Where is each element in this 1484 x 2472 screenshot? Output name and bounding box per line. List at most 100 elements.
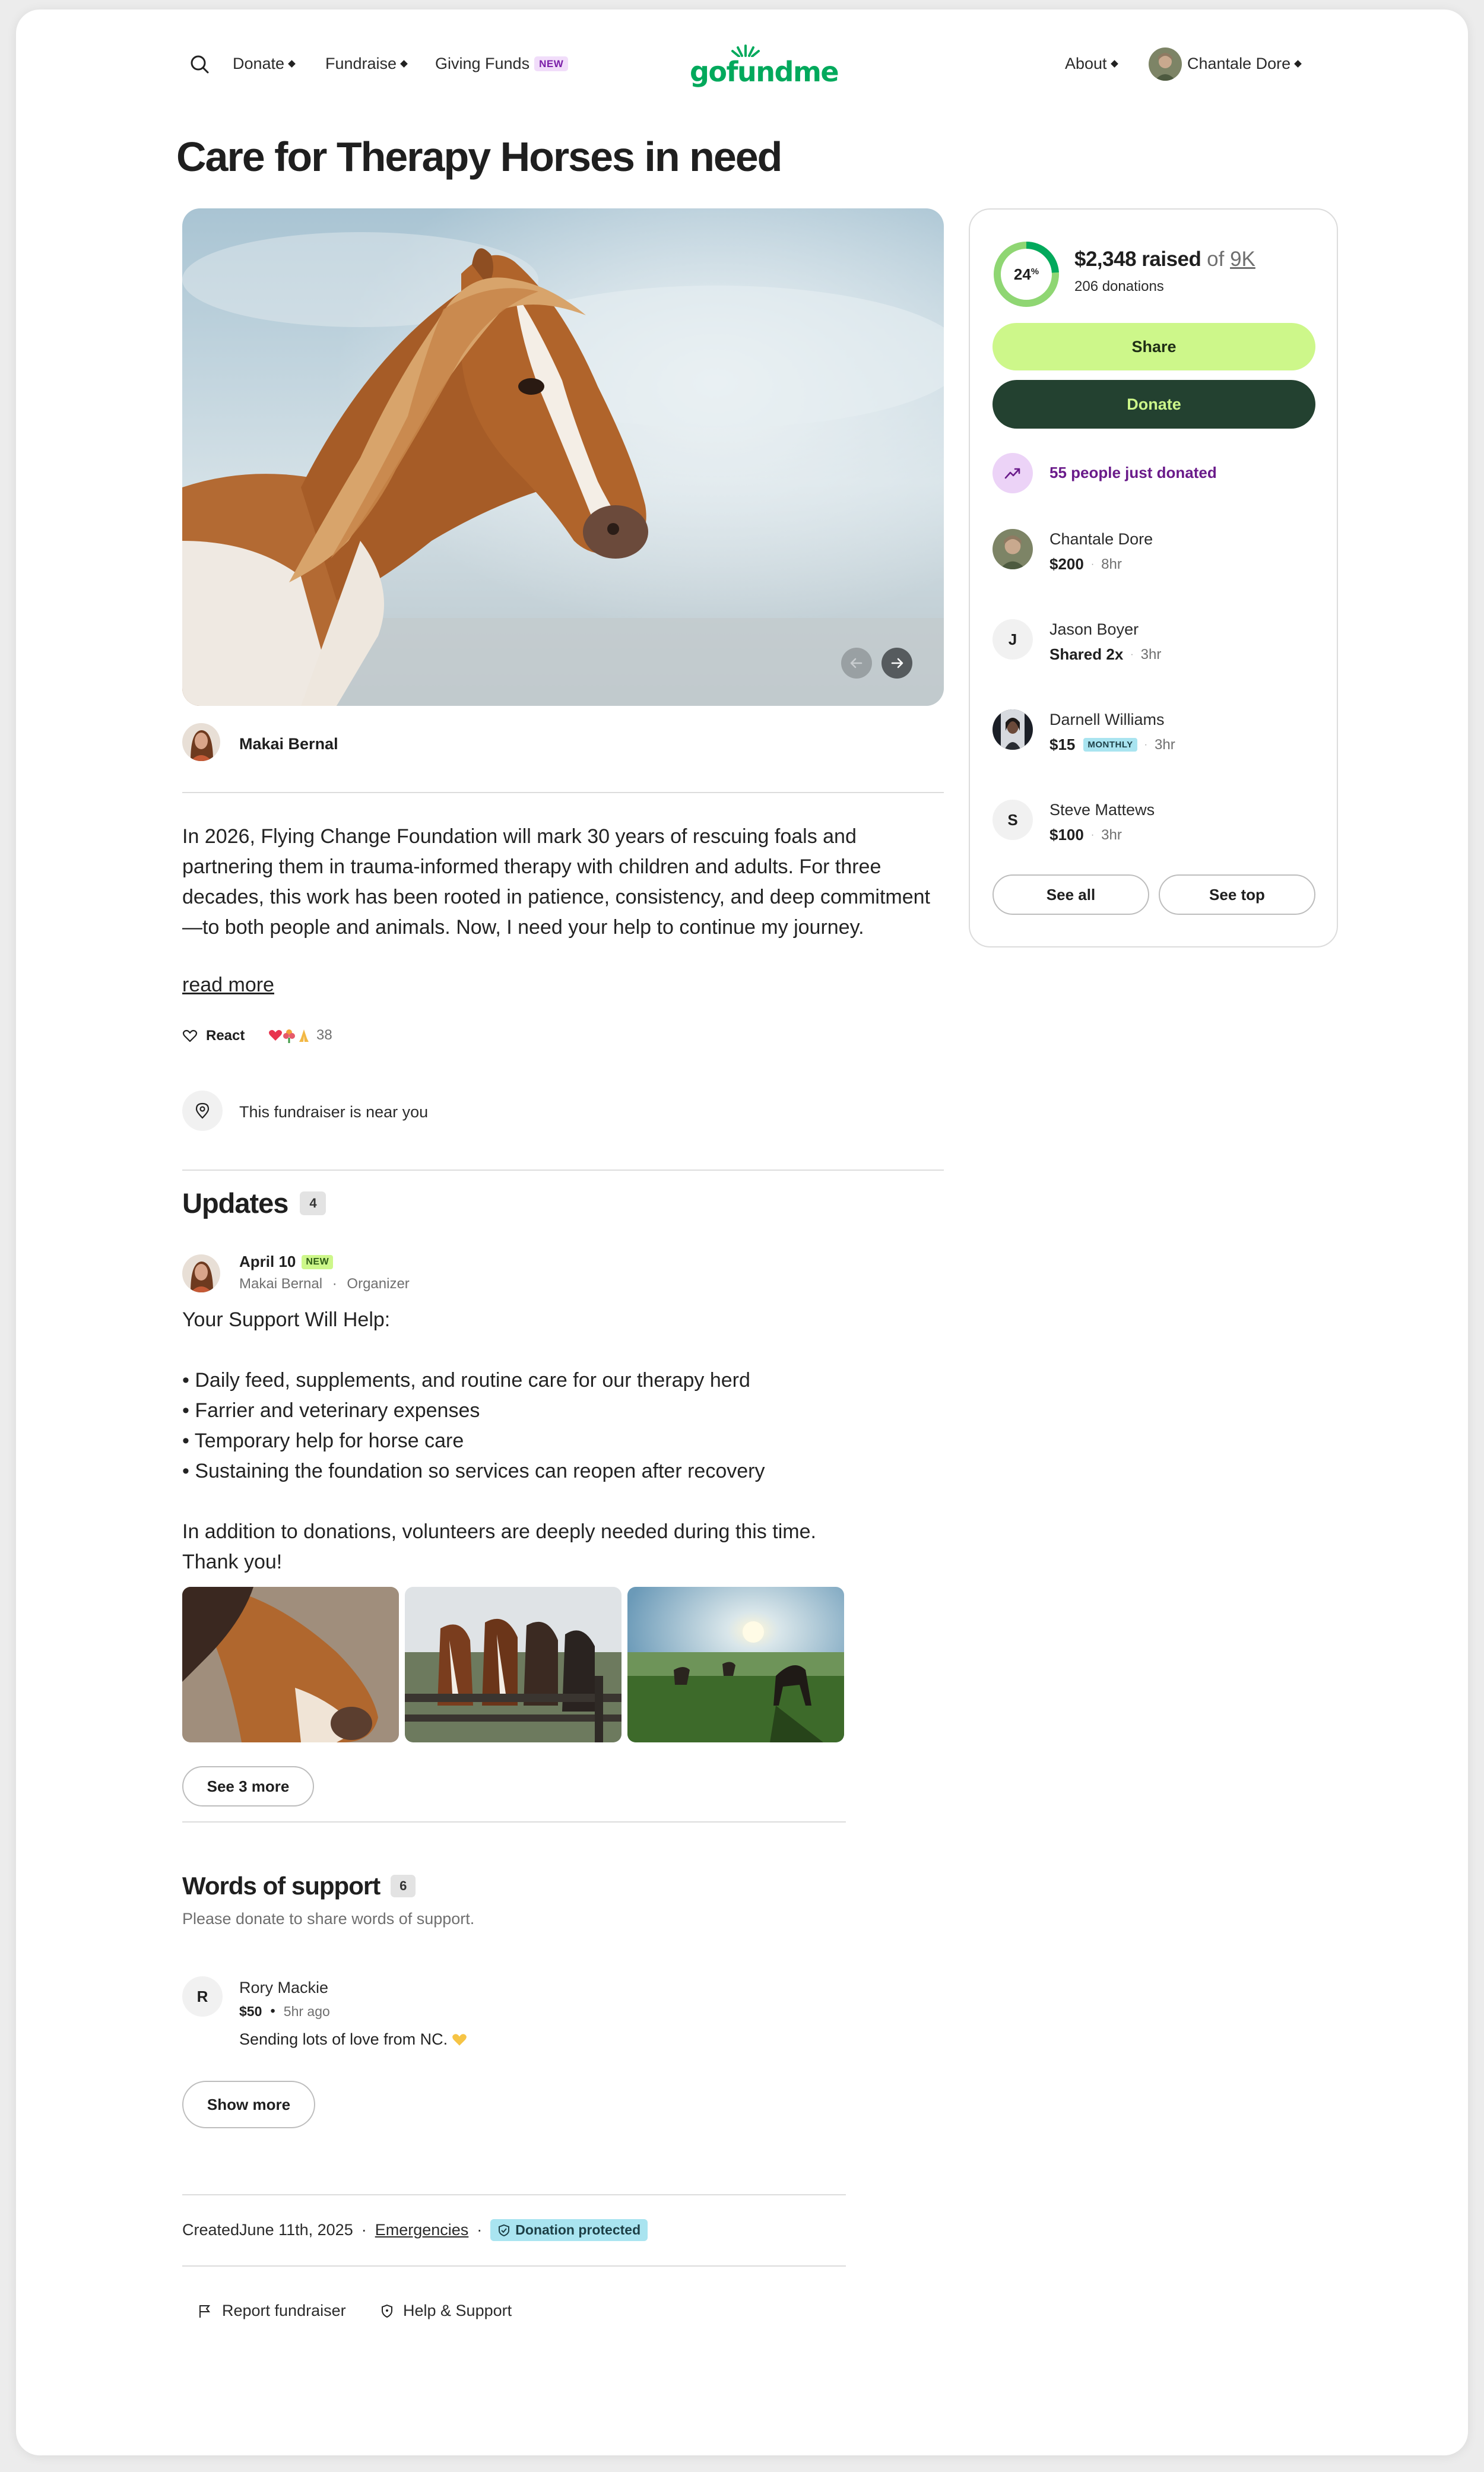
update-photo-3[interactable] bbox=[627, 1587, 844, 1742]
donor-avatar bbox=[992, 529, 1033, 569]
reaction-flower-icon bbox=[283, 1029, 295, 1043]
search-icon[interactable] bbox=[188, 53, 212, 77]
help-label: Help & Support bbox=[403, 2302, 512, 2319]
report-fundraiser-link[interactable]: Report fundraiser bbox=[197, 2302, 346, 2320]
logo[interactable]: gofundme bbox=[690, 44, 839, 91]
donor-meta: $100 · 3hr bbox=[1049, 826, 1122, 844]
arrow-left-icon bbox=[850, 658, 863, 668]
arrow-right-icon bbox=[891, 658, 903, 668]
category-link[interactable]: Emergencies bbox=[375, 2221, 469, 2239]
donor-name: Jason Boyer bbox=[1049, 620, 1139, 638]
see-all-button[interactable]: See all bbox=[992, 874, 1149, 915]
update-author-avatar[interactable] bbox=[182, 1254, 220, 1292]
update-role: Organizer bbox=[347, 1276, 410, 1292]
comment-avatar: R bbox=[182, 1976, 223, 2017]
separator-dot: · bbox=[1144, 739, 1147, 750]
goal-amount[interactable]: 9K bbox=[1230, 248, 1255, 271]
heart-outline-icon bbox=[182, 1029, 198, 1042]
user-menu[interactable]: Chantale Dore bbox=[1187, 55, 1302, 73]
nav-about-label: About bbox=[1065, 55, 1107, 72]
donor-name: Chantale Dore bbox=[1049, 530, 1153, 548]
nav-fundraise-label: Fundraise bbox=[325, 55, 397, 72]
user-avatar[interactable] bbox=[1149, 47, 1182, 81]
divider bbox=[182, 1821, 846, 1823]
progress-percent-value: 24 bbox=[1013, 265, 1031, 283]
carousel-next-button[interactable] bbox=[881, 648, 912, 679]
help-support-link[interactable]: Help & Support bbox=[379, 2302, 512, 2320]
updates-title: Updates bbox=[182, 1187, 288, 1219]
nav-giving-funds-label: Giving Funds bbox=[435, 55, 530, 72]
donation-protected-badge[interactable]: Donation protected bbox=[490, 2219, 648, 2241]
update-new-badge: NEW bbox=[302, 1254, 334, 1269]
updates-count: 4 bbox=[300, 1191, 326, 1215]
organizer-name[interactable]: Makai Bernal bbox=[239, 735, 338, 753]
yellow-heart-icon bbox=[452, 2033, 467, 2046]
separator-dot: · bbox=[477, 2221, 483, 2239]
donor-avatar: J bbox=[992, 619, 1033, 660]
hero-image bbox=[182, 208, 944, 706]
see-more-photos-button[interactable]: See 3 more bbox=[182, 1766, 314, 1807]
donate-button[interactable]: Donate bbox=[992, 380, 1315, 429]
support-count: 6 bbox=[391, 1875, 416, 1897]
update-meta: April 10 NEW Makai Bernal · Organizer bbox=[239, 1253, 410, 1292]
update-photo-2[interactable] bbox=[405, 1587, 621, 1742]
near-you-text: This fundraiser is near you bbox=[239, 1103, 429, 1121]
share-button[interactable]: Share bbox=[992, 323, 1315, 370]
donor-time: 8hr bbox=[1101, 556, 1122, 572]
donation-protected-label: Donation protected bbox=[515, 2222, 641, 2238]
progress-percent: 24% bbox=[992, 240, 1060, 308]
donor-amount: Shared 2x bbox=[1049, 645, 1124, 663]
show-more-button[interactable]: Show more bbox=[182, 2081, 315, 2128]
divider bbox=[182, 792, 944, 793]
carousel-prev-button[interactable] bbox=[841, 648, 872, 679]
separator-dot: · bbox=[361, 2221, 367, 2239]
update-photo-1[interactable] bbox=[182, 1587, 399, 1742]
help-shield-icon bbox=[382, 2304, 392, 2318]
donation-count: 206 donations bbox=[1074, 278, 1164, 294]
logo-text: gofundme bbox=[690, 56, 839, 88]
read-more-link[interactable]: read more bbox=[182, 974, 274, 997]
divider bbox=[182, 2194, 846, 2195]
comment-body: Sending lots of love from NC. bbox=[239, 2030, 468, 2049]
donor-name: Steve Mattews bbox=[1049, 801, 1155, 819]
donor-meta: Shared 2x · 3hr bbox=[1049, 645, 1161, 664]
donor-meta: $15 MONTHLY · 3hr bbox=[1049, 736, 1175, 754]
nav-fundraise[interactable]: Fundraise bbox=[325, 55, 408, 73]
donor-amount: $200 bbox=[1049, 555, 1084, 573]
nav-giving-funds[interactable]: Giving Funds NEW bbox=[435, 55, 569, 73]
new-badge: NEW bbox=[534, 56, 569, 71]
logo-sprout-icon bbox=[731, 45, 760, 57]
shield-icon bbox=[499, 2224, 510, 2236]
separator-dot: · bbox=[1130, 649, 1134, 660]
user-name: Chantale Dore bbox=[1187, 55, 1291, 72]
reaction-pray-icon bbox=[299, 1029, 309, 1042]
support-header: Words of support 6 bbox=[182, 1872, 416, 1900]
see-top-button[interactable]: See top bbox=[1159, 874, 1315, 915]
divider bbox=[182, 2265, 846, 2267]
chevron-down-icon bbox=[400, 60, 408, 68]
update-date: April 10 bbox=[239, 1253, 296, 1270]
flag-icon bbox=[199, 2305, 211, 2318]
separator-dot: · bbox=[1090, 829, 1095, 840]
react-button[interactable]: React bbox=[182, 1028, 245, 1044]
reactions-summary[interactable]: 38 bbox=[268, 1027, 332, 1044]
comment-amount: $50 bbox=[239, 2003, 262, 2019]
progress-ring: 24% bbox=[992, 240, 1060, 308]
nav-about[interactable]: About bbox=[1065, 55, 1118, 73]
update-author[interactable]: Makai Bernal bbox=[239, 1276, 322, 1292]
campaign-footer-meta: CreatedJune 11th, 2025 · Emergencies · D… bbox=[182, 2219, 648, 2241]
monthly-badge: MONTHLY bbox=[1083, 738, 1137, 752]
support-title: Words of support bbox=[182, 1872, 380, 1900]
trending-icon bbox=[992, 453, 1033, 493]
updates-header: Updates 4 bbox=[182, 1187, 326, 1219]
nav-donate[interactable]: Donate bbox=[233, 55, 296, 73]
comment-time: 5hr ago bbox=[283, 2003, 330, 2019]
donation-sidebar: 24% $2,348 raised of 9K 206 donations Sh… bbox=[969, 208, 1338, 947]
report-label: Report fundraiser bbox=[222, 2302, 346, 2319]
organizer-avatar[interactable] bbox=[182, 723, 220, 761]
page-title: Care for Therapy Horses in need bbox=[176, 134, 782, 180]
donor-avatar: S bbox=[992, 800, 1033, 840]
chevron-down-icon bbox=[288, 60, 296, 68]
story-text: In 2026, Flying Change Foundation will m… bbox=[182, 825, 930, 939]
comment-text: Sending lots of love from NC. bbox=[239, 2030, 448, 2048]
